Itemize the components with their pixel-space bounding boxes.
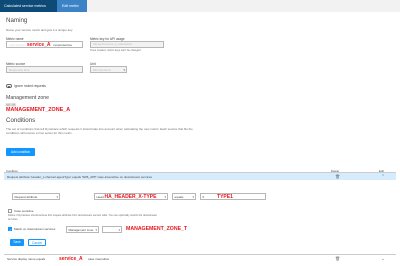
chevron-down-icon: ▾ (164, 195, 166, 199)
case-sensitive-label: Case sensitive (14, 209, 34, 213)
metric-key-note: Once created, metric keys can't be chang… (90, 49, 141, 52)
case-sensitive-checkbox[interactable] (8, 209, 12, 213)
operator-select[interactable]: equals ▾ (172, 193, 196, 200)
metric-name-suffix: responsetime (53, 43, 72, 47)
attribute-name-value: HA_HEADER_X-TYPE (104, 194, 157, 200)
management-zone-select[interactable]: MZ:DE MANAGEMENT_ZONE_A (6, 103, 70, 113)
condition-row-1[interactable]: Request attribute 'Header_x-channel-agen… (4, 173, 396, 180)
downstream-mz-select[interactable]: ▾ (102, 226, 122, 233)
naming-description: Name your service metric and give it a u… (6, 28, 73, 32)
condition-row-2-suffix: case insensitive (88, 256, 110, 261)
chevron-up-icon[interactable]: ⌃ (381, 174, 385, 180)
value-prefix: 0 (202, 195, 205, 199)
ignore-muted-toggle[interactable] (6, 84, 12, 88)
trash-icon[interactable]: 🗑 (335, 174, 340, 179)
ignore-muted-label: Ignore muted requests (14, 84, 46, 88)
attribute-name-prefix: Head (96, 195, 104, 199)
downstream-description: Define if Dynatrace should access this r… (8, 214, 158, 221)
chevron-down-icon: ▾ (118, 228, 120, 232)
conditions-description: The set of conditions that tell Dynatrac… (6, 127, 193, 136)
attribute-name-select[interactable]: Head HA_HEADER_X-TYPE ▾ (94, 193, 168, 200)
match-downstream-checkbox[interactable] (8, 227, 12, 231)
save-button[interactable]: Save (10, 239, 24, 246)
metric-key-input: calc:service:service_a_responsetime (90, 41, 164, 48)
management-zone-heading: Management zone (6, 95, 49, 101)
condition-row-text: Request attribute 'Header_x-channel-agen… (7, 174, 153, 179)
trash-icon[interactable]: 🗑 (335, 256, 340, 261)
downstream-filter-select[interactable]: Management zone ▾ (66, 226, 99, 233)
breadcrumb-item-edit-metric[interactable]: Edit metric (57, 0, 87, 12)
breadcrumb-item-calculated-metrics[interactable]: Calculated service metrics (0, 0, 57, 12)
management-zone-prefix: MZ:DE (6, 103, 16, 107)
operator-value: equals (174, 195, 184, 199)
unit-select: Microsecond ▾ (90, 66, 127, 73)
breadcrumb-bar: Calculated service metrics Edit metric (0, 0, 400, 12)
toggle-knob (7, 85, 10, 88)
chevron-down-icon: ▾ (56, 195, 58, 199)
metric-name-input[interactable]: calc:service: service_A responsetime (6, 41, 83, 48)
match-downstream-label: Match on downstream services (14, 227, 56, 231)
downstream-mz-value: MANAGEMENT_ZONE_T (126, 226, 188, 232)
downstream-filter-value: Management zone (68, 228, 94, 232)
attribute-type-select[interactable]: Request attribute ▾ (12, 193, 60, 200)
chevron-down-icon[interactable]: ⌄ (381, 256, 385, 262)
metric-source-select: Response time (6, 66, 83, 73)
metric-source-value: Response time (9, 68, 30, 72)
management-zone-value: MANAGEMENT_ZONE_A (6, 107, 71, 113)
condition-row-2-prefix: Service display name equals (7, 256, 46, 261)
conditions-heading: Conditions (6, 117, 36, 124)
condition-value-input[interactable]: 0 TYPE1 (200, 193, 266, 200)
chevron-down-icon: ▾ (95, 228, 97, 232)
condition-row-2[interactable]: Service display name equals service_A ca… (4, 254, 396, 262)
condition-value: TYPE1 (217, 194, 233, 200)
col-edit: Edit (379, 168, 384, 173)
chevron-down-icon: ▾ (192, 195, 194, 199)
metric-name-prefix: calc:service: (9, 43, 27, 47)
add-condition-button[interactable]: Add condition (6, 148, 35, 156)
unit-value: Microsecond (93, 68, 111, 72)
metric-name-value: service_A (26, 42, 51, 48)
attribute-type-value: Request attribute (14, 195, 38, 199)
col-condition: Condition (6, 168, 18, 173)
cancel-button[interactable]: Cancel (28, 239, 46, 246)
col-delete: Delete (331, 168, 340, 173)
chevron-down-icon: ▾ (123, 68, 125, 72)
condition-row-2-value: service_A (59, 255, 83, 262)
naming-heading: Naming (6, 17, 28, 24)
